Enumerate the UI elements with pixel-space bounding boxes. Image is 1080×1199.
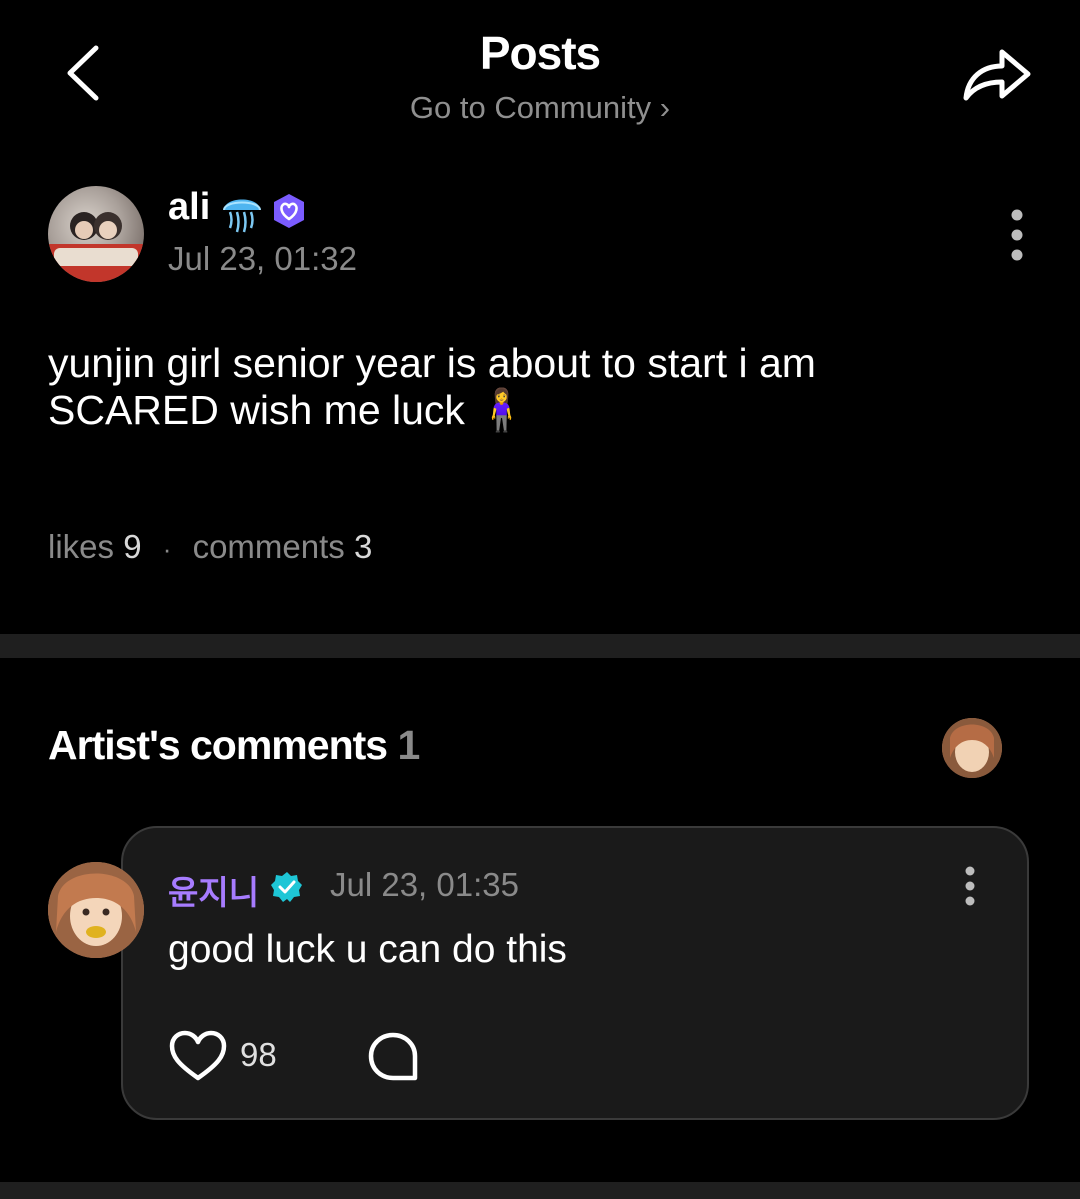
author-avatar-image: [48, 212, 144, 282]
artist-avatar-small[interactable]: [942, 718, 1002, 778]
artist-verified-badge-icon: [271, 872, 302, 902]
like-button[interactable]: [168, 1030, 228, 1084]
likes-count: 9: [123, 528, 142, 565]
chevron-right-icon: ›: [659, 90, 671, 125]
verified-heart-badge-icon: [274, 194, 304, 228]
artist-avatar-small-image: [942, 718, 1002, 778]
author-avatar[interactable]: [48, 186, 144, 282]
post-text: yunjin girl senior year is about to star…: [48, 340, 816, 433]
artist-comments-title: Artist's comments: [48, 722, 388, 768]
comment-author-avatar[interactable]: [48, 862, 144, 958]
go-to-community-link[interactable]: Go to Community ›: [0, 90, 1080, 126]
artist-comments-heading: Artist's comments 1: [48, 722, 420, 769]
stats-separator: ·: [162, 534, 172, 564]
jellyfish-icon: [223, 199, 261, 233]
post-stats: likes 9 · comments 3: [48, 528, 372, 566]
comments-stat[interactable]: comments 3: [193, 528, 373, 565]
comment-author-name[interactable]: 윤지니: [168, 866, 259, 914]
community-link-label: Go to Community: [409, 90, 652, 125]
likes-stat[interactable]: likes 9: [48, 528, 142, 565]
share-arrow-icon: [963, 49, 1031, 101]
comment-date: Jul 23, 01:35: [330, 866, 519, 903]
comment-more-options-button[interactable]: [956, 866, 984, 906]
more-vertical-icon: [1011, 209, 1023, 261]
comments-label: comments: [192, 528, 345, 565]
reply-button[interactable]: [366, 1030, 420, 1084]
more-vertical-icon: [965, 866, 975, 906]
section-divider: [0, 634, 1080, 658]
comment-author-avatar-image: [48, 862, 144, 958]
post-date: Jul 23, 01:32: [168, 240, 357, 277]
share-button[interactable]: [958, 40, 1034, 108]
section-divider: [0, 1182, 1080, 1199]
post-more-options-button[interactable]: [1000, 208, 1034, 262]
author-name[interactable]: ali: [168, 186, 210, 229]
comments-count: 3: [353, 528, 373, 565]
page-title: Posts: [479, 27, 601, 79]
comment-text: good luck u can do this: [168, 928, 567, 971]
comment-like-count: 98: [240, 1036, 277, 1073]
speech-bubble-icon: [368, 1032, 418, 1081]
likes-label: likes: [48, 528, 115, 565]
artist-comments-count: 1: [397, 722, 420, 768]
heart-icon: [169, 1030, 227, 1081]
